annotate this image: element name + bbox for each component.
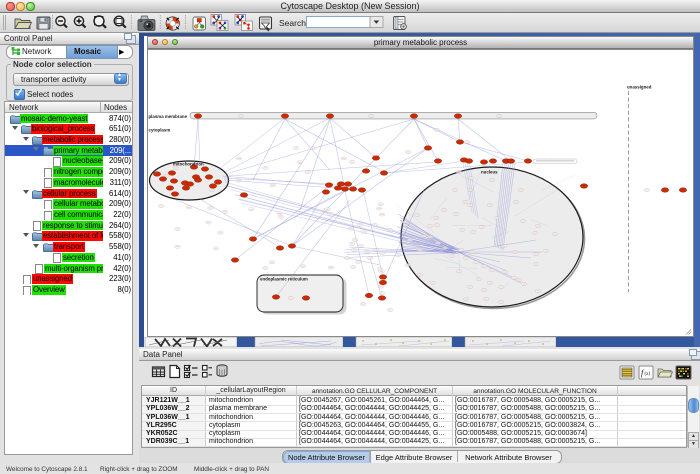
svg-text:unassigned: unassigned <box>627 85 652 90</box>
svg-text:endoplasmic reticulum: endoplasmic reticulum <box>260 277 308 282</box>
svg-text:plasma membrane: plasma membrane <box>149 114 188 119</box>
svg-text:nucleus: nucleus <box>481 170 498 175</box>
svg-text:Search:: Search: <box>279 18 308 28</box>
svg-text:cytoplasm: cytoplasm <box>149 128 171 133</box>
svg-text:(x): (x) <box>645 372 651 377</box>
svg-text:mitochondrion: mitochondrion <box>173 162 204 167</box>
